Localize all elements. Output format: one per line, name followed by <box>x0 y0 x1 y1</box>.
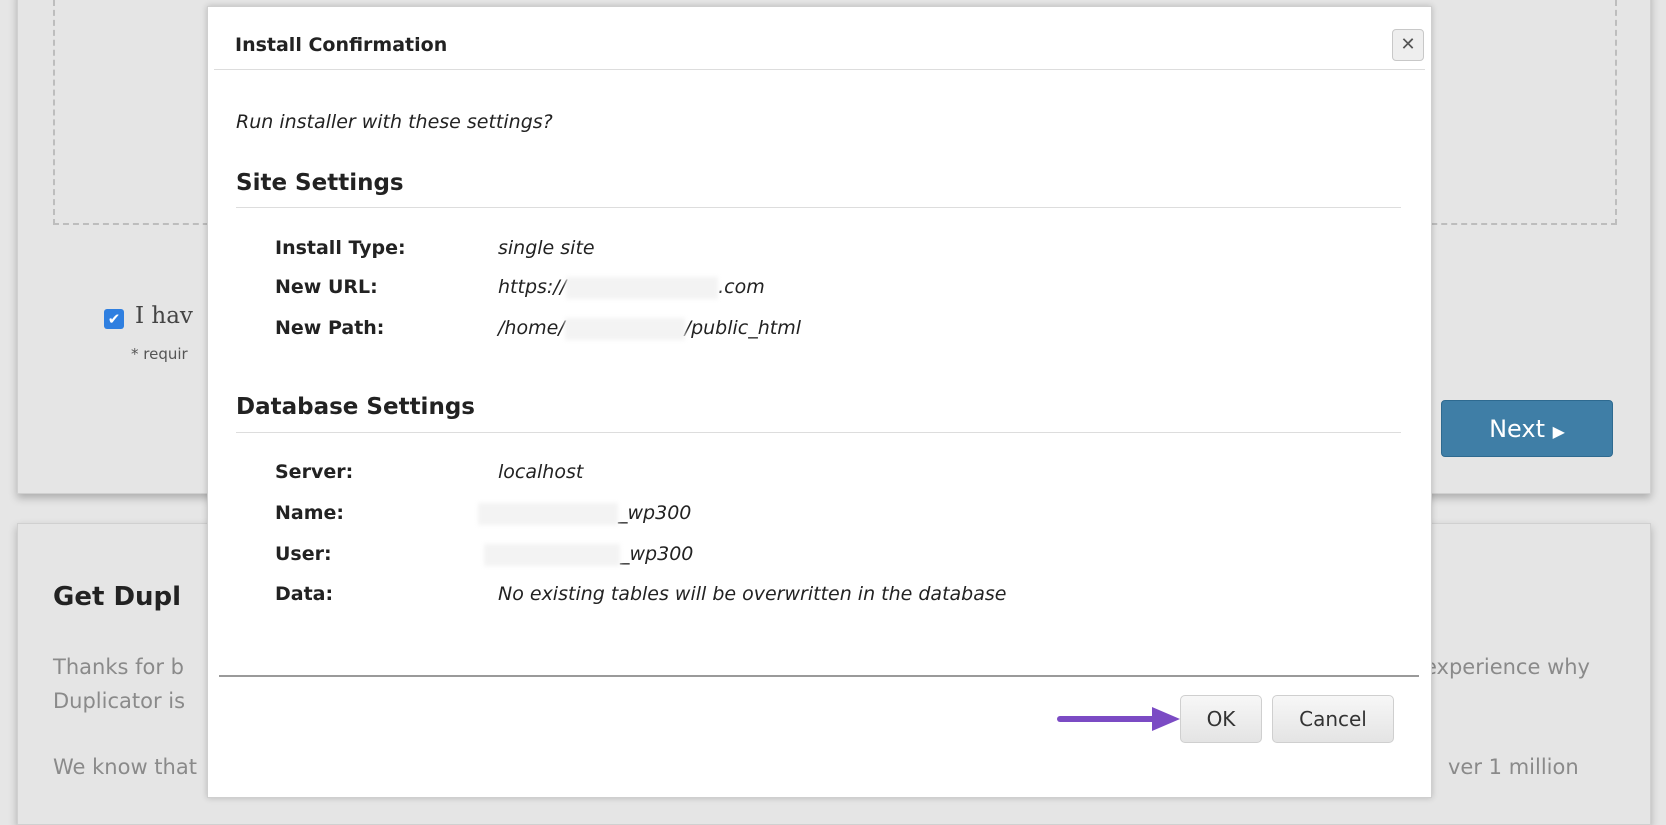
new-path-label: New Path: <box>275 317 385 339</box>
db-user-value: _wp300 <box>484 543 693 566</box>
promo-text: experience why <box>1424 655 1590 679</box>
divider <box>236 207 1401 208</box>
url-prefix: https:// <box>498 276 567 298</box>
dialog-titlebar: Install Confirmation ✕ <box>214 13 1425 70</box>
promo-heading: Get Dupl <box>53 582 182 612</box>
db-name-value: _wp300 <box>478 502 691 525</box>
data-value: No existing tables will be overwritten i… <box>498 583 1007 605</box>
promo-text: ver 1 million <box>1448 755 1579 779</box>
install-type-label: Install Type: <box>275 237 406 259</box>
dialog-intro: Run installer with these settings? <box>236 111 553 133</box>
db-user-suffix: _wp300 <box>620 543 694 565</box>
footer-divider <box>219 675 1419 677</box>
site-settings-heading: Site Settings <box>236 170 404 196</box>
install-type-value: single site <box>498 237 595 259</box>
next-button[interactable]: Next ▶ <box>1441 400 1613 457</box>
required-note: * requir <box>131 345 188 363</box>
install-confirmation-dialog: Install Confirmation ✕ Run installer wit… <box>207 6 1432 798</box>
agree-checkbox[interactable]: ✔ <box>104 309 124 329</box>
arrow-pointer-icon <box>1057 707 1180 731</box>
path-suffix: /public_html <box>684 317 802 339</box>
promo-text: Duplicator is <box>53 689 186 713</box>
server-value: localhost <box>498 461 584 483</box>
db-user-label: User: <box>275 543 332 565</box>
url-suffix: .com <box>718 276 765 298</box>
agree-label: I hav <box>135 303 193 329</box>
redacted-blur <box>484 543 620 566</box>
redacted-blur <box>564 317 685 340</box>
server-label: Server: <box>275 461 354 483</box>
new-path-value: /home/ /public_html <box>498 317 801 340</box>
path-prefix: /home/ <box>498 317 565 339</box>
next-label: Next <box>1489 415 1545 443</box>
dialog-title: Install Confirmation <box>235 34 448 56</box>
db-name-label: Name: <box>275 502 345 524</box>
promo-text: We know that <box>53 755 197 779</box>
db-name-suffix: _wp300 <box>618 502 692 524</box>
data-label: Data: <box>275 583 334 605</box>
new-url-label: New URL: <box>275 276 378 298</box>
ok-button[interactable]: OK <box>1180 695 1262 743</box>
close-icon[interactable]: ✕ <box>1392 29 1424 61</box>
redacted-blur <box>566 276 719 299</box>
cancel-button[interactable]: Cancel <box>1272 695 1394 743</box>
promo-text: Thanks for b <box>53 655 184 679</box>
redacted-blur <box>478 502 618 525</box>
database-settings-heading: Database Settings <box>236 394 475 420</box>
divider <box>236 432 1401 433</box>
caret-right-icon: ▶ <box>1552 422 1565 441</box>
new-url-value: https:// .com <box>498 276 765 299</box>
